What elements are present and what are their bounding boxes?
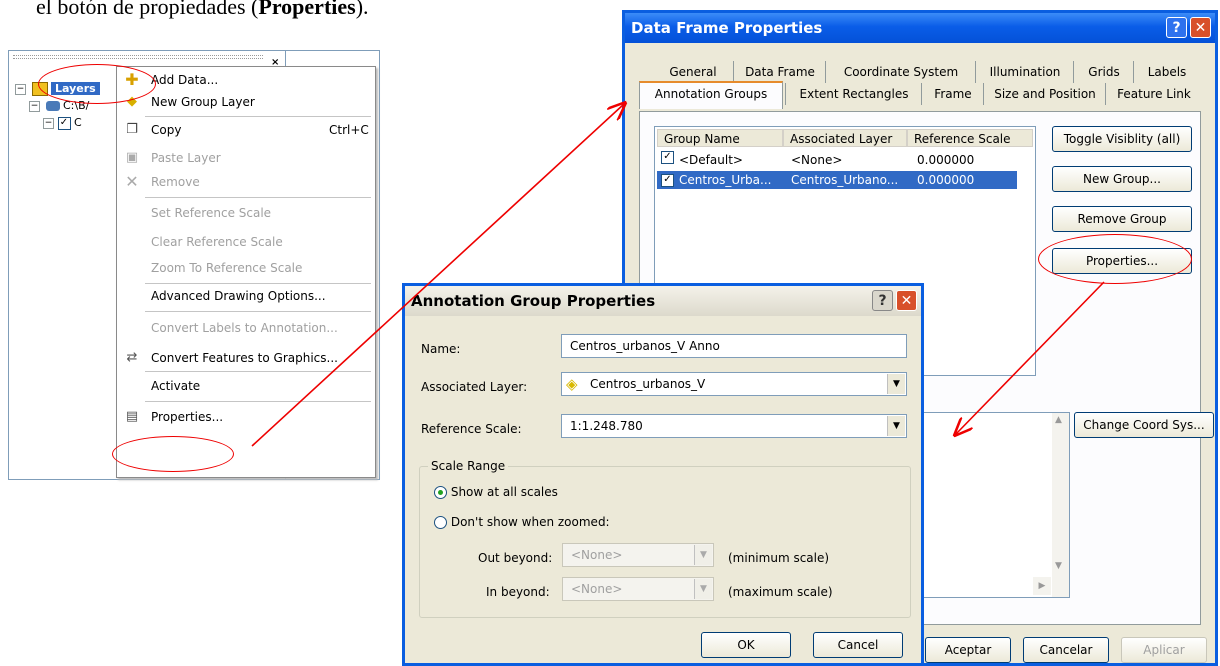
arrow-to-data-frame-dialog bbox=[251, 104, 624, 447]
arrow-to-annotation-dialog bbox=[956, 281, 1105, 434]
arrow-overlay bbox=[251, 0, 1105, 447]
